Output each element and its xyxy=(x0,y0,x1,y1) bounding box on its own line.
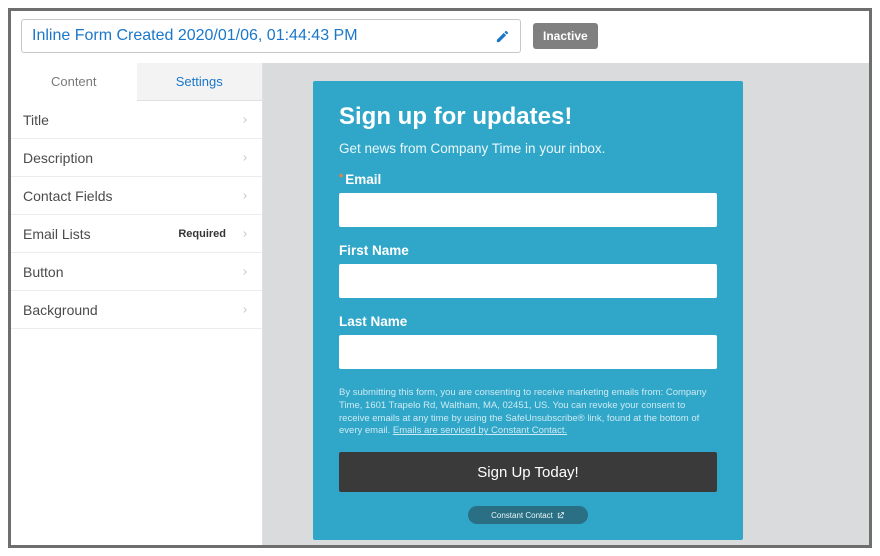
tab-content-label: Content xyxy=(51,74,97,89)
required-star-icon: * xyxy=(339,172,343,184)
submit-button[interactable]: Sign Up Today! xyxy=(339,452,717,492)
panel-item-label: Email Lists xyxy=(23,226,178,242)
first-name-label: First Name xyxy=(339,243,717,258)
panel-list: Title Description Contact Fields Email L… xyxy=(11,101,262,329)
email-label: *Email xyxy=(339,172,717,187)
panel-item-required-badge: Required xyxy=(178,228,226,240)
provider-badge-label: Constant Contact xyxy=(491,511,553,520)
first-name-input[interactable] xyxy=(339,264,717,298)
panel-item-description[interactable]: Description xyxy=(11,139,262,177)
panel-item-label: Description xyxy=(23,150,240,166)
tab-content[interactable]: Content xyxy=(11,63,137,101)
edit-title-icon[interactable] xyxy=(494,28,510,44)
sidebar-tabs: Content Settings xyxy=(11,63,262,101)
panel-item-label: Background xyxy=(23,302,240,318)
chevron-right-icon xyxy=(240,267,250,277)
panel-item-button[interactable]: Button xyxy=(11,253,262,291)
form-preview-canvas: Sign up for updates! Get news from Compa… xyxy=(263,63,869,545)
submit-button-label: Sign Up Today! xyxy=(477,464,578,481)
sidebar: Content Settings Title Description xyxy=(11,63,263,545)
panel-item-background[interactable]: Background xyxy=(11,291,262,329)
chevron-right-icon xyxy=(240,115,250,125)
provider-badge[interactable]: Constant Contact xyxy=(468,506,588,524)
panel-item-title[interactable]: Title xyxy=(11,101,262,139)
chevron-right-icon xyxy=(240,305,250,315)
panel-item-contact-fields[interactable]: Contact Fields xyxy=(11,177,262,215)
panel-item-label: Title xyxy=(23,112,240,128)
form-title-text: Inline Form Created 2020/01/06, 01:44:43… xyxy=(32,27,358,45)
status-badge: Inactive xyxy=(533,23,598,49)
panel-item-label: Button xyxy=(23,264,240,280)
form-description: Get news from Company Time in your inbox… xyxy=(339,141,717,156)
panel-item-email-lists[interactable]: Email Lists Required xyxy=(11,215,262,253)
form-heading: Sign up for updates! xyxy=(339,103,717,131)
last-name-label: Last Name xyxy=(339,314,717,329)
chevron-right-icon xyxy=(240,153,250,163)
last-name-input[interactable] xyxy=(339,335,717,369)
form-title-input[interactable]: Inline Form Created 2020/01/06, 01:44:43… xyxy=(21,19,521,53)
form-disclaimer: By submitting this form, you are consent… xyxy=(339,387,717,438)
tab-settings-label: Settings xyxy=(176,74,223,89)
disclaimer-link[interactable]: Emails are serviced by Constant Contact. xyxy=(393,425,567,436)
chevron-right-icon xyxy=(240,229,250,239)
chevron-right-icon xyxy=(240,191,250,201)
tab-settings[interactable]: Settings xyxy=(137,63,263,101)
signup-form-card: Sign up for updates! Get news from Compa… xyxy=(313,81,743,540)
header: Inline Form Created 2020/01/06, 01:44:43… xyxy=(11,11,869,63)
app-frame: Inline Form Created 2020/01/06, 01:44:43… xyxy=(8,8,872,548)
panel-item-label: Contact Fields xyxy=(23,188,240,204)
email-input[interactable] xyxy=(339,193,717,227)
